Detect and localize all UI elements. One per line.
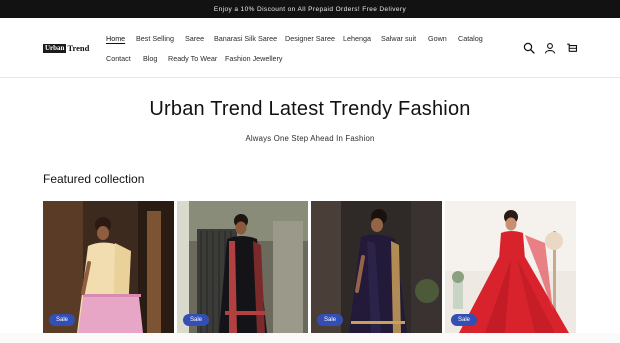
sale-badge: Sale: [451, 314, 478, 326]
search-icon[interactable]: [523, 42, 535, 54]
sale-badge: Sale: [49, 314, 76, 326]
nav-lehenga[interactable]: Lehenga: [343, 34, 371, 43]
nav-blog[interactable]: Blog: [143, 54, 157, 63]
announcement-bar: Enjoy a 10% Discount on All Prepaid Orde…: [0, 0, 620, 18]
featured-collection-heading: Featured collection: [43, 172, 145, 186]
hero-subtitle: Always One Step Ahead In Fashion: [245, 134, 375, 143]
nav-designer-saree[interactable]: Designer Saree: [285, 34, 335, 43]
nav-saree[interactable]: Saree: [185, 34, 204, 43]
logo[interactable]: Urban Trend: [43, 43, 89, 53]
nav-contact[interactable]: Contact: [106, 54, 131, 63]
sale-badge: Sale: [183, 314, 210, 326]
nav-gown[interactable]: Gown: [428, 34, 447, 43]
cart-icon[interactable]: [566, 42, 578, 54]
nav-ready-to-wear[interactable]: Ready To Wear: [168, 54, 217, 63]
account-icon[interactable]: [544, 42, 556, 54]
product-card[interactable]: Sale: [43, 201, 174, 333]
sale-badge: Sale: [317, 314, 344, 326]
nav-best-selling[interactable]: Best Selling: [136, 34, 174, 43]
hero-title: Urban Trend Latest Trendy Fashion: [149, 98, 471, 120]
product-card[interactable]: Sale: [177, 201, 308, 333]
site-header: Urban Trend Home Best Selling Saree Bana…: [0, 18, 620, 78]
logo-text: Trend: [67, 43, 90, 53]
nav-banarasi-silk-saree[interactable]: Banarasi Silk Saree: [214, 34, 277, 43]
page-bottom-strip: [0, 333, 620, 343]
product-card[interactable]: Sale: [445, 201, 576, 333]
announcement-text: Enjoy a 10% Discount on All Prepaid Orde…: [213, 5, 407, 13]
nav-fashion-jewellery[interactable]: Fashion Jewellery: [225, 54, 283, 63]
nav-salwar-suit[interactable]: Salwar suit: [381, 34, 416, 43]
nav-home[interactable]: Home: [106, 34, 125, 43]
product-card[interactable]: Sale: [311, 201, 442, 333]
logo-mark: Urban: [43, 43, 67, 53]
nav-catalog[interactable]: Catalog: [458, 34, 483, 43]
